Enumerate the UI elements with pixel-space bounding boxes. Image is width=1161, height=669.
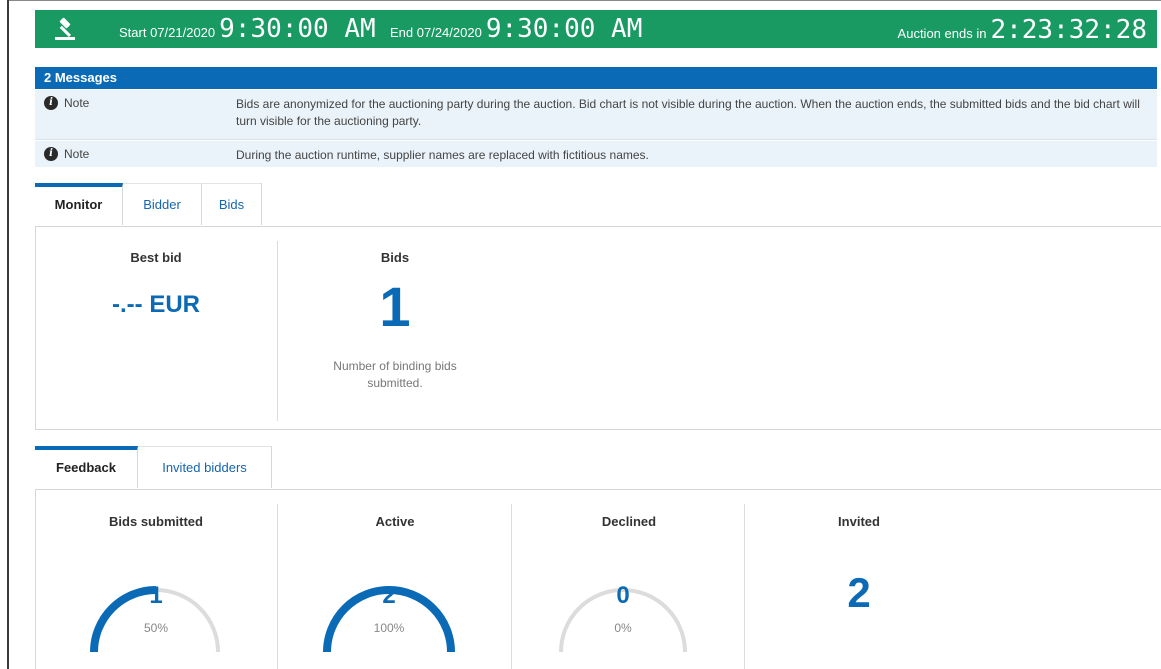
declined-label: Declined [601,514,657,529]
info-icon: i [44,147,58,161]
info-icon: i [44,96,58,110]
bids-submitted-percent: 50% [143,621,169,635]
active-percent: 100% [373,621,405,635]
monitor-tabs: Monitor Bidder Bids [35,183,262,226]
message-row: i Note Bids are anonymized for the aucti… [35,90,1157,140]
tab-invited-bidders[interactable]: Invited bidders [138,446,272,488]
invited-label: Invited [838,514,880,529]
declined-percent: 0% [614,621,632,635]
feedback-panel: Bids submitted 1 50% Active 2 100% Decli… [35,490,1161,669]
auction-start: Start 07/21/2020 9:30:00 AM [119,16,376,42]
bids-count: 1 [379,275,411,338]
best-bid-value: -.-- EUR [112,291,200,318]
message-type: Note [64,96,90,110]
best-bid-label: Best bid [130,250,182,265]
active-label: Active [375,514,415,529]
message-row: i Note During the auction runtime, suppl… [35,141,1157,167]
end-date-label: End 07/24/2020 [390,25,482,40]
message-text: During the auction runtime, supplier nam… [236,148,649,162]
declined-value: 0 [616,582,630,609]
message-type: Note [64,147,90,161]
feedback-tabs: Feedback Invited bidders [35,446,272,489]
message-text: Bids are anonymized for the auctioning p… [236,97,1140,128]
countdown-label: Auction ends in [897,26,987,41]
invited-value: 2 [847,569,871,616]
bids-submitted-label: Bids submitted [109,514,203,529]
tab-monitor[interactable]: Monitor [35,183,123,225]
bids-caption: Number of binding bids submitted. [333,359,457,390]
messages-header[interactable]: 2 Messages [35,67,1157,89]
tab-bidder[interactable]: Bidder [123,183,202,225]
auction-end: End 07/24/2020 9:30:00 AM [390,16,642,42]
window-top-border [7,0,1161,1]
auction-countdown: Auction ends in 2:23:32:28 [898,17,1147,43]
tab-bids[interactable]: Bids [202,183,262,225]
countdown-value: 2:23:32:28 [990,15,1147,45]
start-date-label: Start 07/21/2020 [119,25,216,40]
auction-header-bar: Start 07/21/2020 9:30:00 AM End 07/24/20… [35,10,1157,48]
gavel-icon [55,17,75,40]
tab-feedback[interactable]: Feedback [35,446,138,488]
start-time: 9:30:00 AM [219,14,376,44]
bids-label: Bids [380,250,410,265]
active-value: 2 [382,582,396,609]
bids-submitted-value: 1 [149,582,163,609]
window-left-border [7,0,9,669]
end-time: 9:30:00 AM [485,14,643,44]
monitor-panel: Best bid -.-- EUR Bids 1 Number of bindi… [35,227,1161,430]
